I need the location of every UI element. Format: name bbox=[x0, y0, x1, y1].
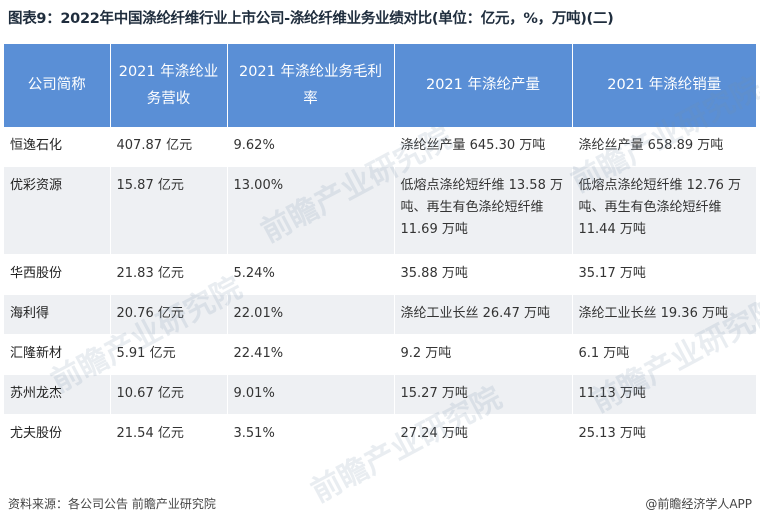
company-cell: 海利得 bbox=[4, 294, 111, 335]
company-cell: 华西股份 bbox=[4, 254, 111, 295]
margin-cell: 22.41% bbox=[227, 334, 395, 375]
figure-title: 图表9：2022年中国涤纶纤维行业上市公司-涤纶纤维业务业绩对比(单位：亿元，%… bbox=[8, 11, 614, 27]
header-company: 公司简称 bbox=[4, 44, 111, 127]
revenue-cell: 21.83 亿元 bbox=[110, 254, 228, 295]
revenue-cell: 20.76 亿元 bbox=[110, 294, 228, 335]
sales-cell: 6.1 万吨 bbox=[572, 334, 756, 375]
output-cell: 35.88 万吨 bbox=[394, 254, 573, 295]
company-cell: 汇隆新材 bbox=[4, 334, 111, 375]
company-cell: 恒逸石化 bbox=[4, 127, 111, 167]
output-cell: 涤纶丝产量 645.30 万吨 bbox=[394, 127, 573, 167]
margin-cell: 9.01% bbox=[227, 374, 395, 415]
brand-credit: @前瞻经济学人APP bbox=[645, 497, 752, 511]
table-row: 优彩资源 15.87 亿元 13.00% 低熔点涤纶短纤维 13.58 万吨、再… bbox=[4, 166, 756, 255]
margin-cell: 9.62% bbox=[227, 127, 395, 167]
company-cell: 苏州龙杰 bbox=[4, 374, 111, 415]
table-row: 苏州龙杰 10.67 亿元 9.01% 15.27 万吨 11.13 万吨 bbox=[4, 374, 756, 415]
revenue-cell: 407.87 亿元 bbox=[110, 127, 228, 167]
output-cell: 低熔点涤纶短纤维 13.58 万吨、再生有色涤纶短纤维 11.69 万吨 bbox=[394, 166, 573, 255]
sales-cell: 涤纶丝产量 658.89 万吨 bbox=[572, 127, 756, 167]
output-cell: 9.2 万吨 bbox=[394, 334, 573, 375]
header-margin: 2021 年涤纶业务毛利率 bbox=[227, 44, 395, 127]
sales-cell: 11.13 万吨 bbox=[572, 374, 756, 415]
header-revenue: 2021 年涤纶业务营收 bbox=[110, 44, 228, 127]
output-cell: 涤纶工业长丝 26.47 万吨 bbox=[394, 294, 573, 335]
margin-cell: 5.24% bbox=[227, 254, 395, 295]
source-note: 资料来源：各公司公告 前瞻产业研究院 bbox=[8, 497, 216, 511]
data-table-container: 公司简称 2021 年涤纶业务营收 2021 年涤纶业务毛利率 2021 年涤纶… bbox=[4, 44, 756, 484]
header-sales: 2021 年涤纶销量 bbox=[572, 44, 756, 127]
output-cell: 27.24 万吨 bbox=[394, 414, 573, 455]
revenue-cell: 15.87 亿元 bbox=[110, 166, 228, 255]
data-table: 公司简称 2021 年涤纶业务营收 2021 年涤纶业务毛利率 2021 年涤纶… bbox=[4, 44, 756, 455]
sales-cell: 低熔点涤纶短纤维 12.76 万吨、再生有色涤纶短纤维 11.44 万吨 bbox=[572, 166, 756, 255]
sales-cell: 35.17 万吨 bbox=[572, 254, 756, 295]
sales-cell: 25.13 万吨 bbox=[572, 414, 756, 455]
table-header-row: 公司简称 2021 年涤纶业务营收 2021 年涤纶业务毛利率 2021 年涤纶… bbox=[4, 44, 756, 127]
table-row: 尤夫股份 21.54 亿元 3.51% 27.24 万吨 25.13 万吨 bbox=[4, 414, 756, 455]
table-row: 汇隆新材 5.91 亿元 22.41% 9.2 万吨 6.1 万吨 bbox=[4, 334, 756, 375]
margin-cell: 13.00% bbox=[227, 166, 395, 255]
revenue-cell: 21.54 亿元 bbox=[110, 414, 228, 455]
table-row: 恒逸石化 407.87 亿元 9.62% 涤纶丝产量 645.30 万吨 涤纶丝… bbox=[4, 127, 756, 167]
margin-cell: 22.01% bbox=[227, 294, 395, 335]
company-cell: 优彩资源 bbox=[4, 166, 111, 255]
revenue-cell: 5.91 亿元 bbox=[110, 334, 228, 375]
app-credit: @前瞻经济学人APP bbox=[645, 495, 752, 513]
company-cell: 尤夫股份 bbox=[4, 414, 111, 455]
revenue-cell: 10.67 亿元 bbox=[110, 374, 228, 415]
sales-cell: 涤纶工业长丝 19.36 万吨 bbox=[572, 294, 756, 335]
output-cell: 15.27 万吨 bbox=[394, 374, 573, 415]
header-output: 2021 年涤纶产量 bbox=[394, 44, 573, 127]
table-row: 海利得 20.76 亿元 22.01% 涤纶工业长丝 26.47 万吨 涤纶工业… bbox=[4, 294, 756, 335]
table-row: 华西股份 21.83 亿元 5.24% 35.88 万吨 35.17 万吨 bbox=[4, 254, 756, 295]
margin-cell: 3.51% bbox=[227, 414, 395, 455]
